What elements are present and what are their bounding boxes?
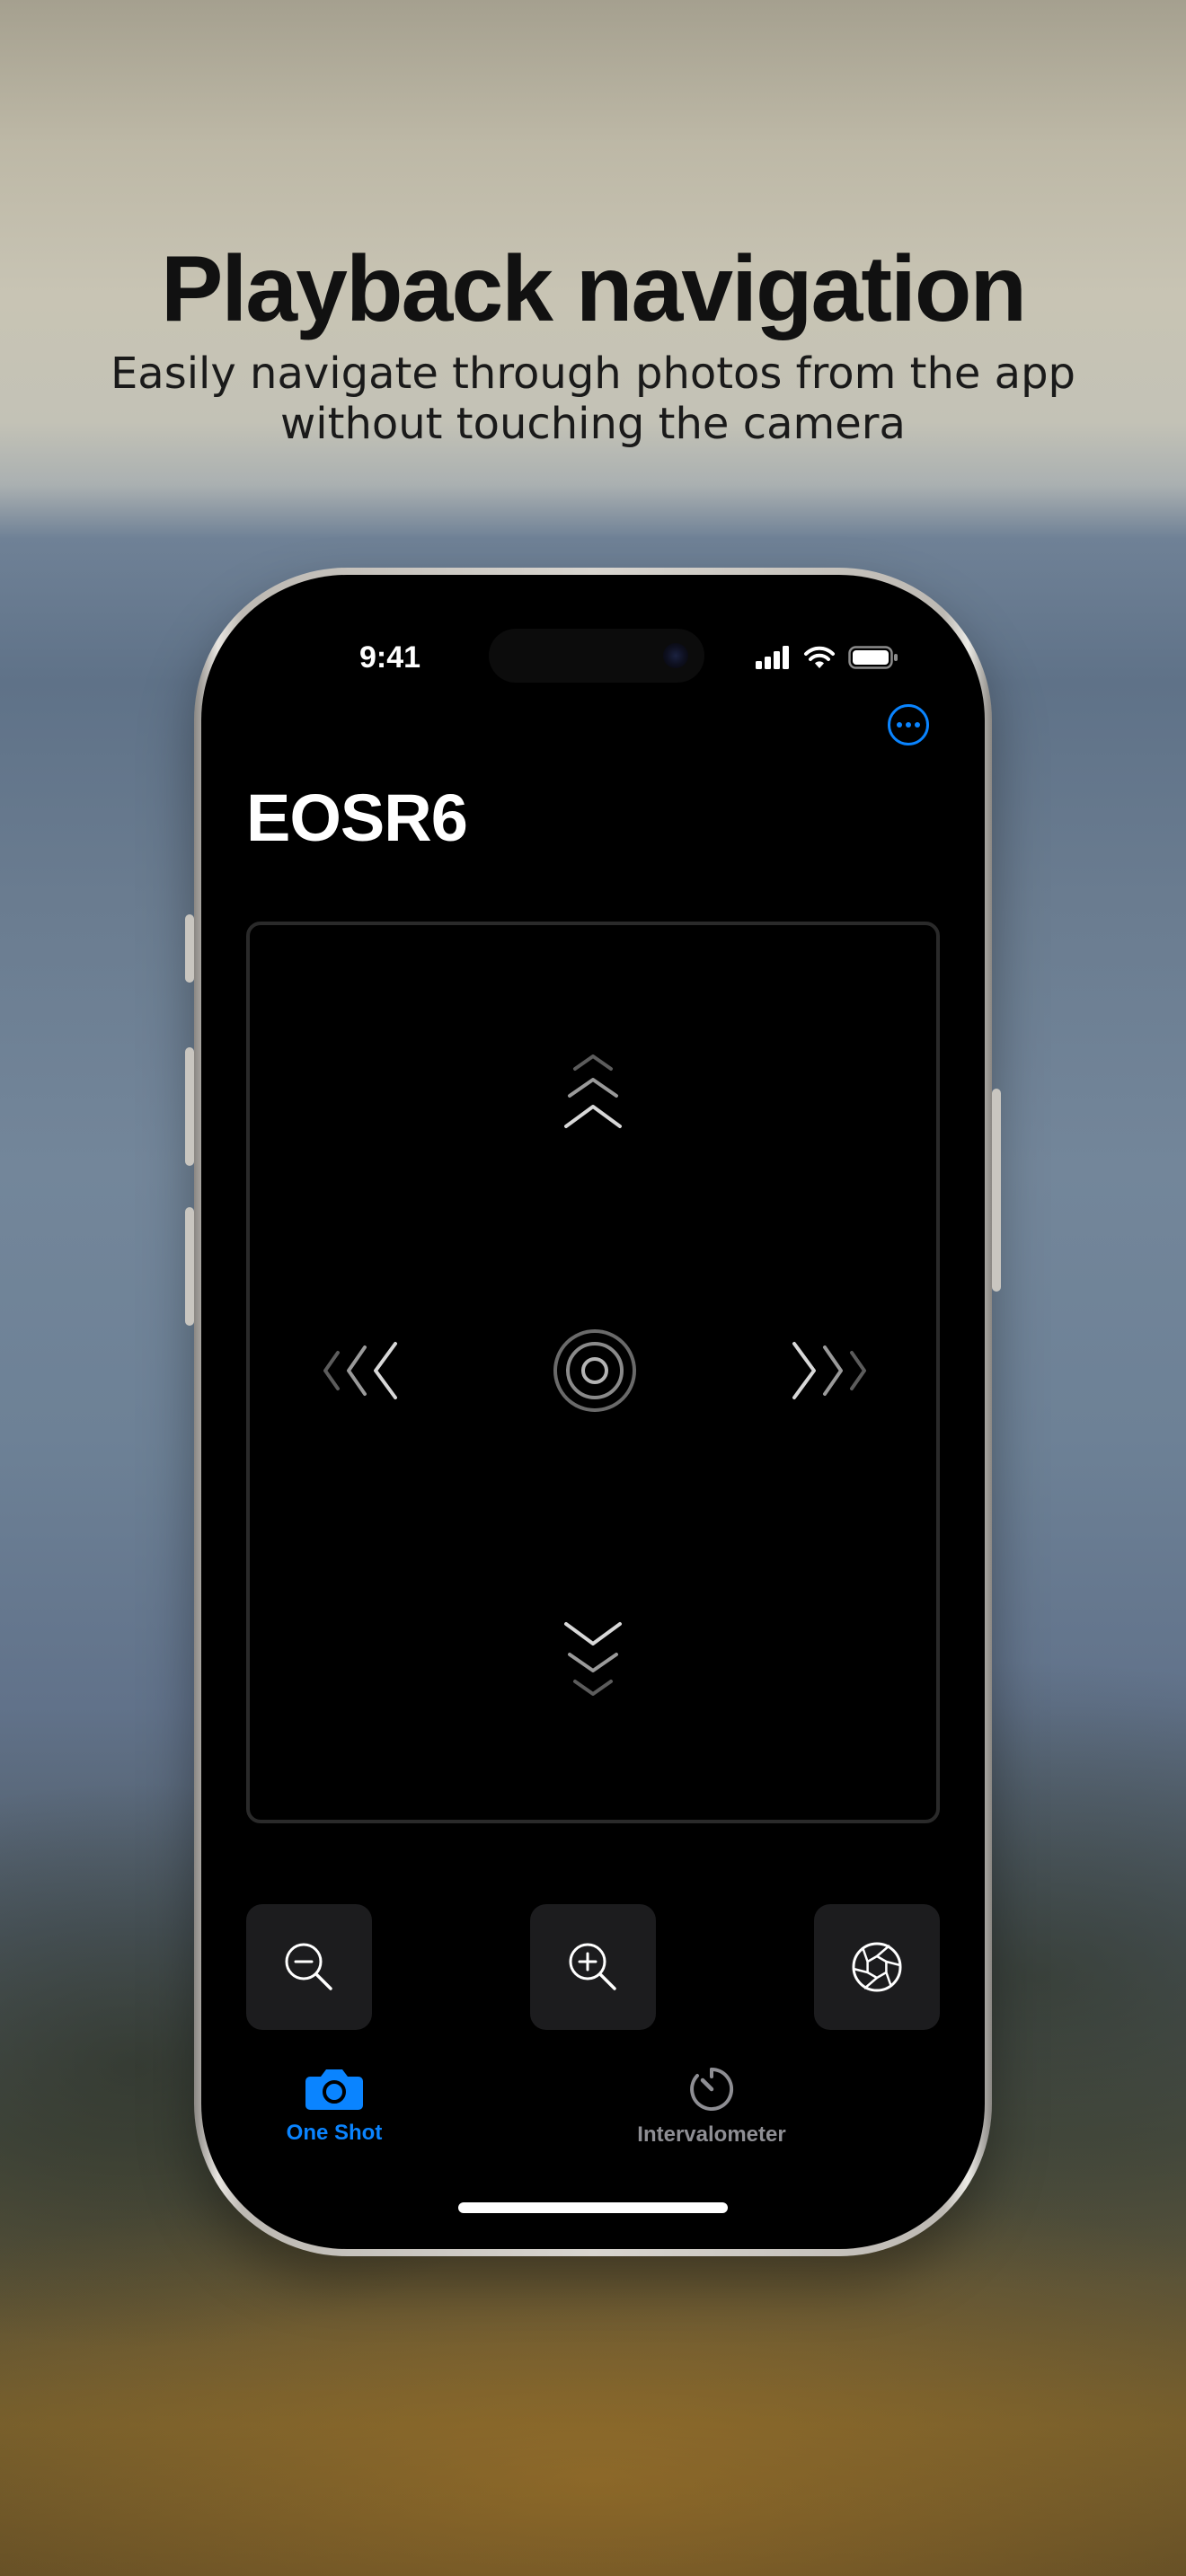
shutter-button[interactable]	[814, 1904, 940, 2030]
tab-intervalometer[interactable]: Intervalometer	[595, 2066, 828, 2148]
promo-subline-line-1: Easily navigate through photos from the …	[110, 348, 1076, 399]
zoom-in-button[interactable]	[530, 1904, 656, 2030]
status-time: 9:41	[358, 640, 421, 675]
down-chevrons-icon[interactable]	[561, 1613, 625, 1701]
right-chevrons-icon[interactable]	[778, 1338, 872, 1403]
tab-one-shot-label: One Shot	[286, 2121, 383, 2145]
more-options-button[interactable]	[888, 704, 929, 745]
phone-power-button	[992, 1089, 1001, 1292]
promo-subline: Easily navigate through photos from the …	[0, 348, 1186, 449]
up-chevrons-icon[interactable]	[561, 1049, 625, 1137]
phone-volume-down-button	[185, 1207, 194, 1326]
playback-navigation-pad[interactable]	[246, 922, 940, 1823]
timer-icon	[690, 2067, 734, 2111]
promo-headline: Playback navigation	[161, 237, 1027, 341]
camera-icon	[305, 2069, 363, 2110]
ellipsis-circle-icon	[897, 722, 902, 728]
phone-screen: 9:41 EOSR6 One Shot Intervalometer	[201, 575, 985, 2249]
front-camera	[663, 643, 688, 668]
promo-subline-line-2: without touching the camera	[280, 399, 906, 449]
zoom-out-icon	[285, 1943, 332, 1990]
phone-volume-up-button	[185, 1047, 194, 1166]
aperture-icon	[852, 1942, 902, 1992]
ellipsis-dot	[906, 722, 911, 728]
phone-action-button	[185, 914, 194, 983]
cellular-signal-icon	[756, 646, 789, 669]
tab-intervalometer-label: Intervalometer	[637, 2122, 786, 2147]
zoom-in-icon	[569, 1943, 616, 1990]
left-chevrons-icon[interactable]	[318, 1338, 412, 1403]
battery-icon	[848, 646, 898, 669]
center-target-icon[interactable]	[550, 1326, 640, 1416]
tab-one-shot[interactable]: One Shot	[217, 2066, 451, 2146]
page-title: EOSR6	[246, 781, 468, 855]
ellipsis-dot	[915, 722, 920, 728]
wifi-icon	[804, 646, 835, 668]
zoom-out-button[interactable]	[246, 1904, 372, 2030]
tab-bar: One Shot Intervalometer	[201, 2066, 985, 2174]
status-icons	[755, 638, 898, 677]
home-indicator[interactable]	[458, 2202, 728, 2213]
